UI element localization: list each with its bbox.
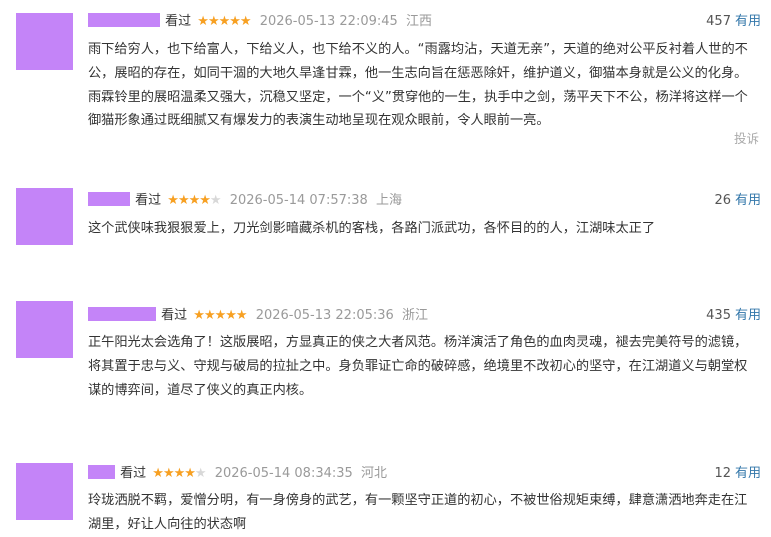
star-icon: ★ xyxy=(229,14,241,29)
review-location: 上海 xyxy=(375,193,402,208)
review-time: 2026-05-14 08:34:35 xyxy=(214,466,353,481)
star-icon: ★ xyxy=(197,14,209,29)
star-icon: ★ xyxy=(207,14,220,29)
rating-stars: ★★★★★ xyxy=(197,14,253,29)
star-icon: ★ xyxy=(173,466,186,481)
username[interactable] xyxy=(88,13,160,27)
vote-count: 26 xyxy=(714,193,731,208)
review-time: 2026-05-13 22:09:45 xyxy=(259,14,398,29)
watch-status: 看过 xyxy=(135,193,162,208)
star-icon: ★ xyxy=(193,308,205,323)
review-location: 江西 xyxy=(405,14,432,29)
useful-button[interactable]: 有用 xyxy=(735,308,761,323)
rating-stars: ★★★★★ xyxy=(167,193,223,208)
vote-area: 435 有用 xyxy=(706,306,761,326)
star-icon: ★ xyxy=(167,193,179,208)
username[interactable] xyxy=(88,465,115,479)
username[interactable] xyxy=(88,192,130,206)
avatar[interactable] xyxy=(16,301,73,358)
review-meta: 看过 ★★★★★ 2026-05-13 22:09:45 江西 xyxy=(88,12,432,32)
avatar[interactable] xyxy=(16,13,73,70)
star-empty-icon: ★ xyxy=(209,193,222,208)
review-meta: 看过 ★★★★★ 2026-05-14 07:57:38 上海 xyxy=(88,191,402,211)
username[interactable] xyxy=(88,307,156,321)
star-icon: ★ xyxy=(162,466,175,481)
rating-stars: ★★★★★ xyxy=(152,466,208,481)
review-location: 浙江 xyxy=(401,308,428,323)
star-icon: ★ xyxy=(218,14,231,29)
rating-stars: ★★★★★ xyxy=(193,308,249,323)
star-icon: ★ xyxy=(199,193,211,208)
review-meta: 看过 ★★★★★ 2026-05-14 08:34:35 河北 xyxy=(88,464,387,484)
useful-button[interactable]: 有用 xyxy=(735,466,761,481)
review-content: 玲珑洒脱不羁，爱憎分明，有一身傍身的武艺，有一颗坚守正道的初心，不被世俗规矩束缚… xyxy=(88,493,748,532)
vote-count: 435 xyxy=(706,308,731,323)
report-button[interactable]: 投诉 xyxy=(734,128,759,147)
vote-area: 26 有用 xyxy=(714,191,761,211)
review-time: 2026-05-14 07:57:38 xyxy=(229,193,368,208)
vote-count: 457 xyxy=(706,14,731,29)
vote-count: 12 xyxy=(714,466,731,481)
vote-area: 457 有用 xyxy=(706,12,761,32)
star-icon: ★ xyxy=(235,308,248,323)
watch-status: 看过 xyxy=(120,466,147,481)
review-content: 雨下给穷人，也下给富人，下给义人，也下给不义的人。“雨露均沾，天道无亲”，天道的… xyxy=(88,42,748,129)
star-icon: ★ xyxy=(152,466,164,481)
review-time: 2026-05-13 22:05:36 xyxy=(255,308,394,323)
vote-area: 12 有用 xyxy=(714,464,761,484)
avatar[interactable] xyxy=(16,463,73,520)
star-icon: ★ xyxy=(203,308,216,323)
star-icon: ★ xyxy=(188,193,201,208)
useful-button[interactable]: 有用 xyxy=(735,14,761,29)
star-icon: ★ xyxy=(177,193,190,208)
avatar[interactable] xyxy=(16,188,73,245)
review-meta: 看过 ★★★★★ 2026-05-13 22:05:36 浙江 xyxy=(88,306,428,326)
star-icon: ★ xyxy=(184,466,196,481)
watch-status: 看过 xyxy=(161,308,188,323)
star-icon: ★ xyxy=(225,308,237,323)
useful-button[interactable]: 有用 xyxy=(735,193,761,208)
watch-status: 看过 xyxy=(165,14,192,29)
review-content: 正午阳光太会选角了！这版展昭，方显真正的侠之大者风范。杨洋演活了角色的血肉灵魂，… xyxy=(88,335,748,398)
star-icon: ★ xyxy=(239,14,252,29)
review-location: 河北 xyxy=(360,466,387,481)
star-empty-icon: ★ xyxy=(194,466,207,481)
review-content: 这个武侠味我狠狠爱上，刀光剑影暗藏杀机的客栈，各路门派武功，各怀目的的人，江湖味… xyxy=(88,221,656,236)
star-icon: ★ xyxy=(214,308,227,323)
